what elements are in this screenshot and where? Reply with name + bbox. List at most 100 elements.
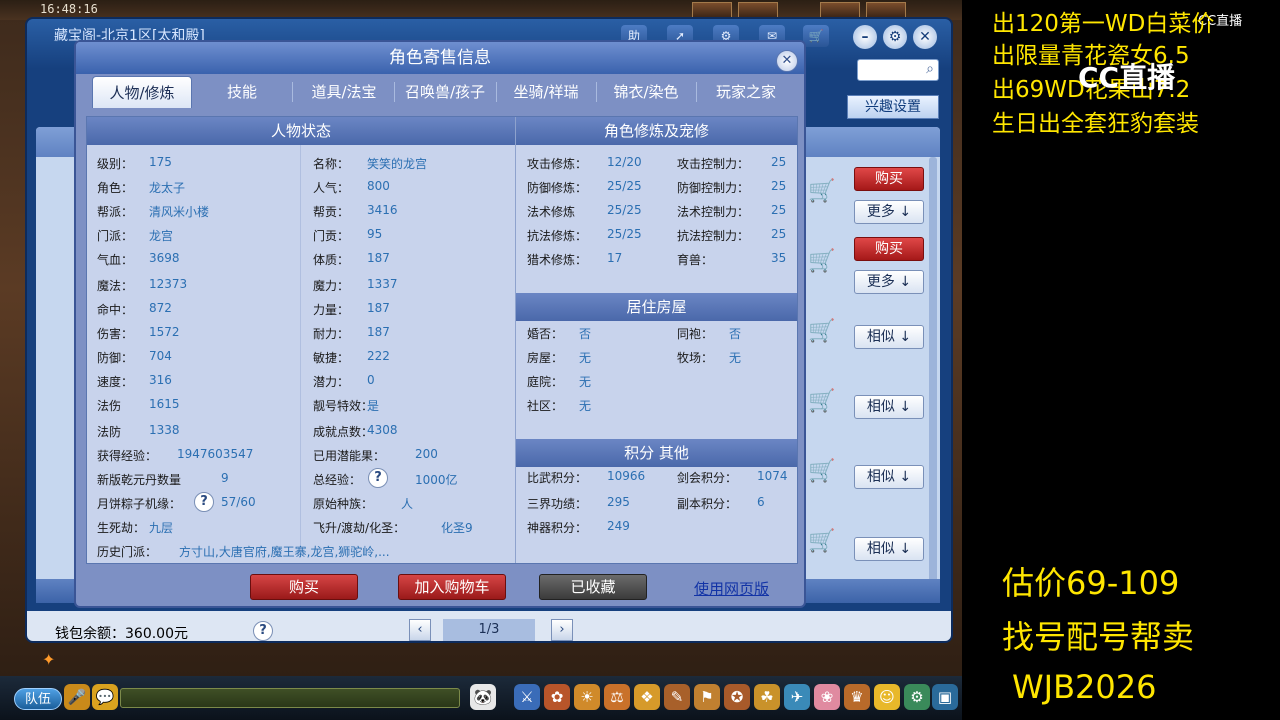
team-button[interactable]: 队伍: [14, 688, 62, 710]
status-value: 316: [149, 373, 172, 387]
history-label: 历史门派：: [97, 545, 158, 559]
map-icon[interactable]: [692, 2, 732, 18]
help-icon[interactable]: ?: [194, 492, 214, 512]
cart-icon[interactable]: 🛒: [808, 179, 838, 205]
status-value: 九层: [149, 521, 174, 535]
status-label: 新版乾元丹数量: [97, 473, 182, 487]
row-buy-button[interactable]: 购买: [854, 237, 924, 261]
pet-icon[interactable]: ❖: [634, 684, 660, 710]
row-similar-button[interactable]: 相似 ↓: [854, 395, 924, 419]
cultivation-value: 25: [771, 155, 787, 169]
event-icon[interactable]: [866, 2, 906, 18]
give-icon[interactable]: ☀: [574, 684, 600, 710]
role-consignment-dialog: 角色寄售信息 ✕ 人物/修炼 技能 道具/法宝 召唤兽/孩子 坐骑/祥瑞 锦衣/…: [74, 40, 806, 608]
tab-outfits[interactable]: 锦衣/染色: [598, 76, 694, 108]
tab-items[interactable]: 道具/法宝: [296, 76, 392, 108]
help-icon[interactable]: ?: [368, 468, 388, 488]
cart-icon[interactable]: 🛒: [808, 529, 838, 555]
wallet-balance: 钱包余额：360.00元: [55, 626, 188, 642]
tab-skills[interactable]: 技能: [196, 76, 288, 108]
tab-divider: [696, 82, 697, 102]
search-icon[interactable]: ⌕: [926, 61, 934, 77]
emote-icon[interactable]: ☺: [874, 684, 900, 710]
close-icon[interactable]: ✕: [913, 25, 937, 49]
next-page-button[interactable]: ›: [551, 619, 573, 641]
mail-icon[interactable]: ✈: [784, 684, 810, 710]
status-value: 是: [367, 399, 380, 413]
web-version-link[interactable]: 使用网页版: [694, 578, 769, 599]
status-label: 耐力：: [313, 327, 350, 341]
search-input[interactable]: ⌕: [857, 59, 939, 81]
chat-input[interactable]: [120, 688, 460, 708]
cart-icon[interactable]: 🛒: [803, 25, 829, 47]
system-icon[interactable]: ⚙: [904, 684, 930, 710]
help-icon[interactable]: ?: [253, 621, 273, 641]
status-label: 魔法：: [97, 279, 134, 293]
cart-icon[interactable]: 🛒: [808, 389, 838, 415]
house-value: 无: [579, 399, 592, 413]
tab-divider: [292, 82, 293, 102]
minimize-icon[interactable]: –: [853, 25, 877, 49]
status-value: 175: [149, 155, 172, 169]
gang-icon[interactable]: ⚑: [694, 684, 720, 710]
saved-button[interactable]: 已收藏: [539, 574, 647, 600]
row-similar-button[interactable]: 相似 ↓: [854, 325, 924, 349]
status-value: 57/60: [221, 495, 256, 509]
fire-icon[interactable]: ✦: [42, 650, 64, 670]
row-similar-button[interactable]: 相似 ↓: [854, 537, 924, 561]
attack-icon[interactable]: ⚔: [514, 684, 540, 710]
status-label: 力量：: [313, 303, 350, 317]
monitor-icon[interactable]: ▣: [932, 684, 958, 710]
status-value: 龙宫: [149, 229, 174, 243]
cultivation-value: 25/25: [607, 203, 642, 217]
close-icon[interactable]: ✕: [776, 50, 798, 72]
row-more-button[interactable]: 更多 ↓: [854, 270, 924, 294]
status-value: 872: [149, 301, 172, 315]
points-label: 剑会积分：: [677, 471, 738, 485]
tab-pets[interactable]: 召唤兽/孩子: [396, 76, 494, 108]
cc-live-logo: CC直播: [1078, 61, 1176, 94]
rank-icon[interactable]: ♛: [844, 684, 870, 710]
cart-icon[interactable]: 🛒: [808, 459, 838, 485]
panda-icon[interactable]: 🐼: [470, 684, 496, 710]
tab-character[interactable]: 人物/修炼: [92, 76, 192, 108]
cart-icon[interactable]: 🛒: [808, 319, 838, 345]
points-value: 6: [757, 495, 765, 509]
status-value: 1615: [149, 397, 180, 411]
chat-icon[interactable]: 💬: [92, 684, 118, 710]
item-icon[interactable]: ✿: [544, 684, 570, 710]
friend-icon[interactable]: ☘: [754, 684, 780, 710]
skill-icon[interactable]: ✪: [724, 684, 750, 710]
game-clock: 16:48:16: [40, 2, 98, 16]
row-buy-button[interactable]: 购买: [854, 167, 924, 191]
task-icon[interactable]: ✎: [664, 684, 690, 710]
cultivation-label: 防御控制力：: [677, 181, 750, 195]
gear-icon[interactable]: ⚙: [883, 25, 907, 49]
peach-icon[interactable]: ❀: [814, 684, 840, 710]
add-to-cart-button[interactable]: 加入购物车: [398, 574, 506, 600]
row-similar-button[interactable]: 相似 ↓: [854, 465, 924, 489]
status-value: 龙太子: [149, 181, 186, 195]
house-value: 否: [579, 327, 592, 341]
status-label: 帮派：: [97, 205, 134, 219]
gift-icon[interactable]: [738, 2, 778, 18]
cultivation-label: 防御修炼：: [527, 181, 588, 195]
panel-header-house: 居住房屋: [516, 293, 797, 321]
status-label: 法伤: [97, 399, 122, 413]
listing-scrollbar[interactable]: [929, 157, 937, 597]
interest-settings-button[interactable]: 兴趣设置: [847, 95, 939, 119]
activity-icon[interactable]: [820, 2, 860, 18]
trade-icon[interactable]: ⚖: [604, 684, 630, 710]
tab-divider: [496, 82, 497, 102]
status-value: 1337: [367, 277, 398, 291]
status-label: 成就点数：: [313, 425, 374, 439]
cultivation-value: 25: [771, 227, 787, 241]
mic-icon[interactable]: 🎤: [64, 684, 90, 710]
service-text: 找号配号帮卖: [1002, 618, 1195, 656]
tab-mounts[interactable]: 坐骑/祥瑞: [498, 76, 594, 108]
buy-button[interactable]: 购买: [250, 574, 358, 600]
prev-page-button[interactable]: ‹: [409, 619, 431, 641]
tab-home[interactable]: 玩家之家: [698, 76, 794, 108]
cart-icon[interactable]: 🛒: [808, 249, 838, 275]
row-more-button[interactable]: 更多 ↓: [854, 200, 924, 224]
